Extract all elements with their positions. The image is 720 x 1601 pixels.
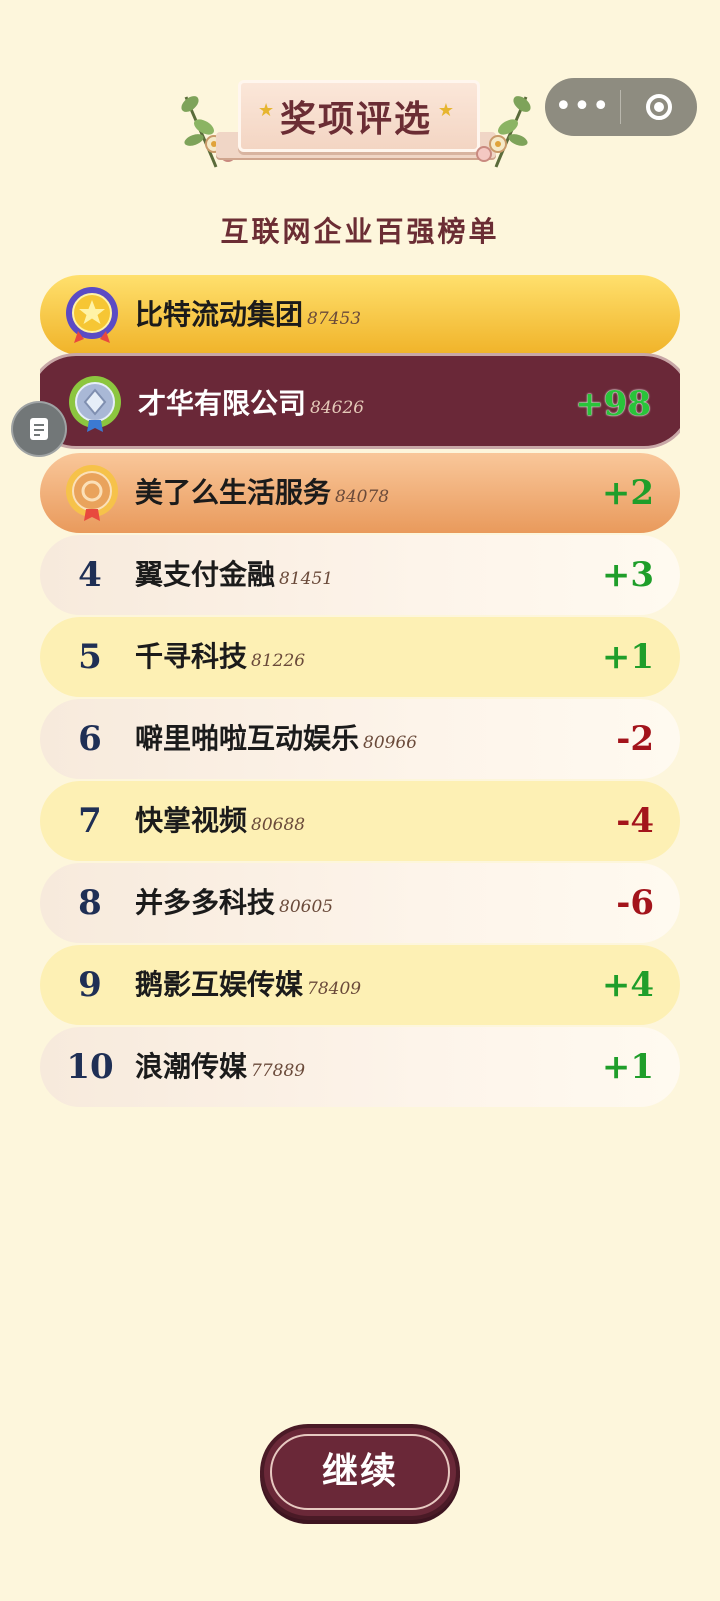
- ranking-row-10[interactable]: 10 浪潮传媒 77889 +1: [40, 1027, 680, 1107]
- rank-number: 4: [78, 555, 102, 595]
- rank-number: 8: [78, 883, 102, 923]
- rank-change: +1: [601, 1047, 654, 1087]
- company-score: 84078: [335, 487, 390, 507]
- rank-change: +98: [575, 384, 651, 424]
- company-name: 并多多科技 80605: [135, 886, 334, 919]
- ranking-row-4[interactable]: 4 翼支付金融 81451 +3: [40, 535, 680, 615]
- target-circle-icon[interactable]: [621, 94, 696, 120]
- more-dots-icon[interactable]: •••: [545, 78, 620, 136]
- ranking-row-3[interactable]: 美了么生活服务 84078 +2: [40, 453, 680, 533]
- ranking-list[interactable]: 比特流动集团 87453 才华有限公司 84626 +98 美了么生活服务 84078…: [40, 275, 680, 1107]
- company-name: 比特流动集团 87453: [135, 298, 362, 331]
- rank-number: 6: [78, 719, 102, 759]
- company-score: 84626: [310, 398, 365, 418]
- ranking-row-6[interactable]: 6 噼里啪啦互动娱乐 80966 -2: [40, 699, 680, 779]
- rank-change: -4: [616, 801, 654, 841]
- continue-button[interactable]: 继续: [260, 1424, 460, 1520]
- silver-medal-icon: [69, 376, 121, 432]
- rank-change: +3: [601, 555, 654, 595]
- ranking-row-5[interactable]: 5 千寻科技 81226 +1: [40, 617, 680, 697]
- company-name: 千寻科技 81226: [135, 640, 306, 673]
- floral-decoration-icon: [476, 96, 531, 168]
- rank-change: -2: [616, 719, 654, 759]
- rank-number: 10: [66, 1047, 114, 1087]
- rank-change: +2: [601, 473, 654, 513]
- rank-change: -6: [616, 883, 654, 923]
- company-name: 浪潮传媒 77889: [135, 1050, 306, 1083]
- company-score: 80605: [279, 897, 334, 917]
- miniprogram-capsule: •••: [545, 78, 697, 136]
- company-name: 快掌视频 80688: [135, 804, 306, 837]
- rank-number: 7: [78, 801, 102, 841]
- continue-label: 继续: [321, 1451, 398, 1492]
- company-name: 噼里啪啦互动娱乐 80966: [135, 722, 418, 755]
- bronze-medal-icon: [66, 465, 118, 521]
- gold-medal-icon: [66, 287, 118, 343]
- company-name: 翼支付金融 81451: [135, 558, 334, 591]
- title-banner: ★ ★ 奖项评选: [176, 72, 536, 182]
- list-subtitle: 互联网企业百强榜单: [220, 215, 500, 248]
- rank-number: 9: [78, 965, 102, 1005]
- ranking-row-1[interactable]: 比特流动集团 87453: [40, 275, 680, 355]
- company-name: 美了么生活服务 84078: [135, 476, 390, 509]
- company-score: 87453: [307, 309, 362, 329]
- rank-change: +4: [601, 965, 654, 1005]
- document-icon[interactable]: [13, 403, 65, 455]
- company-score: 78409: [307, 979, 362, 999]
- rank-number: 5: [78, 637, 102, 677]
- company-score: 80688: [251, 815, 306, 835]
- company-score: 77889: [251, 1061, 306, 1081]
- page-title: 奖项评选: [279, 99, 432, 140]
- company-score: 81451: [279, 569, 334, 589]
- company-name: 鹅影互娱传媒 78409: [135, 968, 362, 1001]
- ranking-row-8[interactable]: 8 并多多科技 80605 -6: [40, 863, 680, 943]
- ranking-row-7[interactable]: 7 快掌视频 80688 -4: [40, 781, 680, 861]
- company-name: 才华有限公司 84626: [138, 387, 365, 420]
- ranking-row-9[interactable]: 9 鹅影互娱传媒 78409 +4: [40, 945, 680, 1025]
- company-score: 80966: [363, 733, 418, 753]
- company-score: 81226: [251, 651, 306, 671]
- ranking-row-2[interactable]: 才华有限公司 84626 +98: [40, 353, 680, 449]
- rank-change: +1: [601, 637, 654, 677]
